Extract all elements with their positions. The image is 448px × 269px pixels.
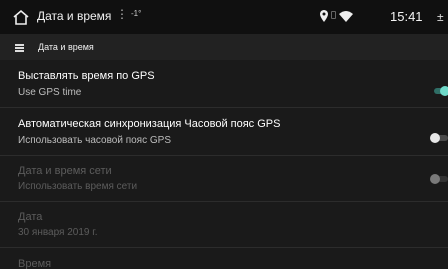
setting-title: Выставлять время по GPS [18, 70, 155, 82]
setting-subtitle: 30 января 2019 г. [18, 227, 98, 238]
gps-timezone-toggle[interactable] [430, 131, 448, 145]
usb-icon: ± [437, 10, 444, 24]
network-time-toggle [430, 172, 448, 186]
toggle-thumb [430, 133, 440, 143]
location-icon [320, 10, 328, 22]
sim-icon [331, 11, 336, 19]
setting-gps-time[interactable]: Выставлять время по GPS Use GPS time [0, 60, 448, 108]
setting-gps-timezone[interactable]: Автоматическая синхронизация Часовой поя… [0, 108, 448, 156]
home-icon[interactable] [12, 9, 30, 25]
setting-date: Дата 30 января 2019 г. [0, 202, 448, 248]
setting-title: Дата [18, 211, 43, 223]
clock: 15:41 [390, 9, 423, 24]
page-title: Дата и время [38, 42, 94, 52]
setting-title: Время [18, 258, 52, 269]
more-vert-icon[interactable]: ⋮ [116, 7, 128, 21]
wifi-icon [339, 11, 353, 22]
status-bar: Дата и время ⋮ -1° 15:41 ± [0, 0, 448, 34]
setting-network-time: Дата и время сети Использовать время сет… [0, 156, 448, 202]
toolbar: Дата и время [0, 34, 448, 60]
setting-subtitle: Использовать время сети [18, 181, 138, 192]
app-title: Дата и время [37, 9, 112, 23]
setting-subtitle: Use GPS time [18, 87, 82, 98]
temperature: -1° [131, 9, 142, 18]
hamburger-icon[interactable] [15, 44, 24, 52]
setting-title: Дата и время сети [18, 165, 112, 177]
toggle-thumb [440, 86, 448, 96]
gps-time-toggle[interactable] [430, 84, 448, 98]
setting-subtitle: Использовать часовой пояс GPS [18, 135, 171, 146]
setting-title: Автоматическая синхронизация Часовой поя… [18, 118, 281, 130]
setting-time: Время [0, 248, 448, 269]
toggle-thumb [430, 174, 440, 184]
